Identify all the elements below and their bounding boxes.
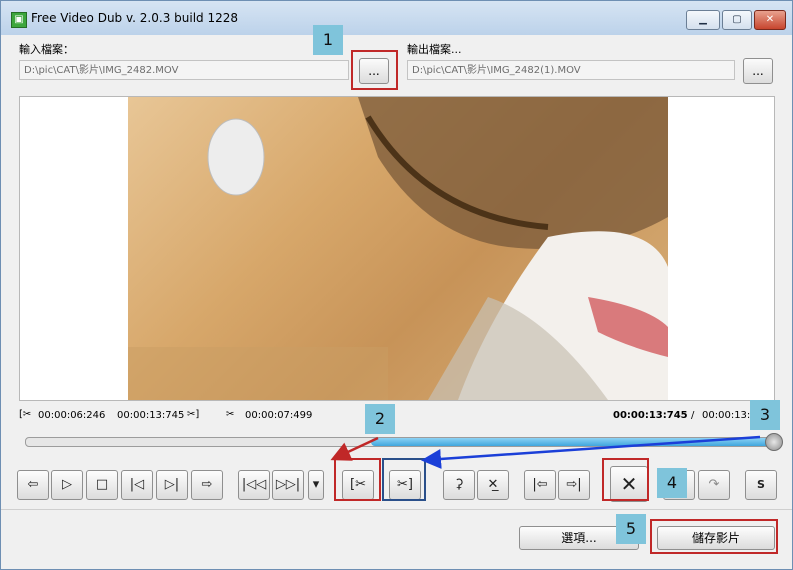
stop-button[interactable]: □ bbox=[86, 470, 118, 500]
annotation-marker-5: 5 bbox=[616, 514, 646, 544]
seek-slider[interactable] bbox=[25, 437, 777, 447]
duration-icon: ✂ bbox=[226, 409, 235, 420]
timecode-separator: / bbox=[691, 410, 695, 421]
next-keyframe-button[interactable]: ▷| bbox=[156, 470, 188, 500]
seek-slider-fill bbox=[371, 438, 776, 446]
mark-start-icon: [✂ bbox=[19, 409, 32, 420]
play-button[interactable]: ▷ bbox=[51, 470, 83, 500]
prev-frame-button[interactable]: ⇦ bbox=[17, 470, 49, 500]
start-timecode: 00:00:06:246 bbox=[38, 410, 106, 421]
seek-dropdown-button[interactable]: ▾ bbox=[308, 470, 324, 500]
annotation-marker-2: 2 bbox=[365, 404, 395, 434]
output-browse-button[interactable]: ... bbox=[743, 58, 773, 84]
minimize-button[interactable]: ▁ bbox=[686, 10, 720, 30]
annotation-box-save bbox=[650, 519, 778, 554]
delete-selection-button[interactable]: ✕̲ bbox=[477, 470, 509, 500]
window-title: Free Video Dub v. 2.0.3 build 1228 bbox=[31, 11, 238, 25]
end-timecode: 00:00:13:745 bbox=[117, 410, 185, 421]
annotation-box-mark-end bbox=[382, 458, 426, 501]
total-timecode: 00:00:13: bbox=[702, 410, 751, 421]
annotation-box-mark-start bbox=[334, 458, 381, 501]
seek-slider-handle[interactable] bbox=[765, 433, 783, 451]
go-end-button[interactable]: ▷▷| bbox=[272, 470, 304, 500]
film-icon: ▣ bbox=[11, 12, 27, 28]
keep-selection-button[interactable]: ⚳ bbox=[443, 470, 475, 500]
redo-button[interactable]: ↷ bbox=[698, 470, 730, 500]
mark-end-icon: ✂] bbox=[187, 409, 200, 420]
prev-keyframe-button[interactable]: |◁ bbox=[121, 470, 153, 500]
video-frame bbox=[128, 97, 668, 400]
video-frame-image bbox=[128, 97, 668, 400]
annotation-marker-1: 1 bbox=[313, 25, 343, 55]
input-file-label: 輸入檔案： bbox=[19, 43, 74, 56]
output-file-label: 輸出檔案... bbox=[407, 43, 462, 56]
annotation-box-browse bbox=[351, 50, 398, 90]
close-button[interactable]: ✕ bbox=[754, 10, 786, 30]
annotation-box-clear bbox=[602, 458, 649, 501]
maximize-button[interactable]: ▢ bbox=[722, 10, 752, 30]
title-bar: ▣ Free Video Dub v. 2.0.3 build 1228 ▁ ▢… bbox=[1, 1, 792, 35]
annotation-marker-4: 4 bbox=[657, 468, 687, 498]
annotation-marker-3: 3 bbox=[750, 400, 780, 430]
go-selection-start-button[interactable]: |⇦ bbox=[524, 470, 556, 500]
screenshot-button[interactable]: S bbox=[745, 470, 777, 500]
duration-timecode: 00:00:07:499 bbox=[245, 410, 313, 421]
input-file-field[interactable]: D:\pic\CAT\影片\IMG_2482.MOV bbox=[19, 60, 349, 80]
output-file-field[interactable]: D:\pic\CAT\影片\IMG_2482(1).MOV bbox=[407, 60, 735, 80]
go-selection-end-button[interactable]: ⇨| bbox=[558, 470, 590, 500]
video-preview bbox=[19, 96, 775, 401]
go-start-button[interactable]: |◁◁ bbox=[238, 470, 270, 500]
footer-separator bbox=[1, 509, 792, 510]
current-timecode: 00:00:13:745 bbox=[613, 410, 688, 421]
next-frame-button[interactable]: ⇨ bbox=[191, 470, 223, 500]
